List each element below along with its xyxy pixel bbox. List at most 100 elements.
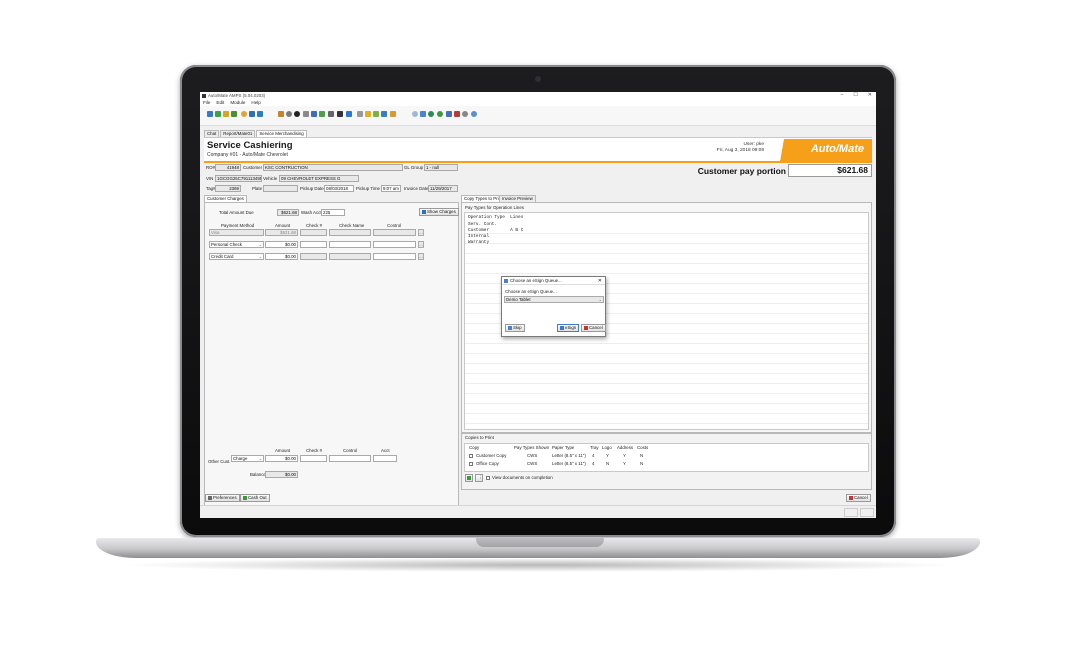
other-amount-field[interactable]: $0.00 <box>265 455 298 462</box>
menu-module[interactable]: Module <box>230 100 245 105</box>
globe-icon[interactable] <box>428 111 434 117</box>
ro-number-field[interactable]: 41948 <box>215 164 241 171</box>
tab-chat[interactable]: Chat <box>204 130 220 137</box>
cloud-icon[interactable] <box>412 111 418 117</box>
document-icon[interactable] <box>249 111 255 117</box>
check-name-field[interactable] <box>329 253 371 260</box>
handshake-icon[interactable] <box>390 111 396 117</box>
amount-field[interactable]: $621.68 <box>265 229 298 236</box>
esign-button[interactable]: eSign <box>557 324 580 332</box>
tab-report-mate[interactable]: Report/Mate01 <box>220 130 256 137</box>
header-panel: Service Cashiering Company #01 - Auto/Ma… <box>204 137 872 161</box>
wash-acct-field[interactable]: 225 <box>321 209 345 216</box>
check-name-field[interactable] <box>329 229 371 236</box>
tab-service-merchandising[interactable]: Service Merchandising <box>256 130 307 137</box>
truck-icon[interactable] <box>319 111 325 117</box>
dialog-cancel-button[interactable]: Cancel <box>581 324 606 332</box>
customer-pay-label: Customer pay portion <box>697 166 786 176</box>
star-icon[interactable] <box>454 111 460 117</box>
payment-method-select[interactable]: Personal Check ⌄ <box>209 241 264 248</box>
report-icon[interactable] <box>215 111 221 117</box>
amount-field[interactable]: $0.00 <box>265 253 298 260</box>
menu-edit[interactable]: Edit <box>216 100 224 105</box>
lookup-button[interactable]: … <box>418 229 424 236</box>
person-icon[interactable] <box>241 111 247 117</box>
gl-group-field[interactable]: 1 - null <box>424 164 458 171</box>
other-acct-field[interactable] <box>373 455 397 462</box>
leaf-icon[interactable] <box>437 111 443 117</box>
wrench-icon[interactable] <box>303 111 309 117</box>
clipboard-icon[interactable] <box>420 111 426 117</box>
check-name-field[interactable] <box>329 241 371 248</box>
bulb-icon[interactable] <box>471 111 477 117</box>
tire-icon[interactable] <box>294 111 300 117</box>
other-col-check: Check # <box>306 448 323 453</box>
customer-field[interactable]: KSC CONTRUCTION <box>263 164 403 171</box>
check-number-field[interactable] <box>300 229 327 236</box>
dollar-button[interactable] <box>465 474 473 482</box>
show-charges-button[interactable]: Show Charges <box>419 208 459 216</box>
pickup-time-field[interactable]: 9:07 am <box>381 185 401 192</box>
close-button[interactable]: ✕ <box>868 92 872 98</box>
menu-help[interactable]: Help <box>251 100 260 105</box>
copies-col-logo: Logo <box>602 445 612 450</box>
pickup-date-label: Pickup Date <box>300 186 324 191</box>
calculator-icon[interactable] <box>328 111 334 117</box>
ledger-icon[interactable] <box>337 111 343 117</box>
pen-icon <box>560 325 564 330</box>
folder-icon[interactable] <box>381 111 387 117</box>
cash-out-button[interactable]: Cash Out <box>240 494 270 502</box>
chart-icon[interactable] <box>223 111 229 117</box>
tag-field[interactable]: 2369 <box>215 185 241 192</box>
dialog-title: Choose an eSign Queue... <box>510 278 562 283</box>
pickup-date-field[interactable]: 08/03/2018 <box>324 185 354 192</box>
company-name: Company #01 - Auto/Mate Chevrolet <box>207 152 288 158</box>
car-icon[interactable] <box>311 111 317 117</box>
skip-button[interactable]: Skip <box>505 324 525 332</box>
more-button[interactable]: ⋮ <box>475 474 483 482</box>
payment-method-select[interactable]: Credit Card ⌄ <box>209 253 264 260</box>
table-icon[interactable] <box>346 111 352 117</box>
other-cust-select[interactable]: Charge ⌄ <box>231 455 264 462</box>
other-check-field[interactable] <box>300 455 327 462</box>
tab-invoice-preview[interactable]: Invoice Preview <box>499 195 536 202</box>
payment-method-select[interactable]: Visa <box>209 229 264 236</box>
minimize-button[interactable]: – <box>841 92 844 98</box>
tab-customer-charges[interactable]: Customer Charges <box>204 195 247 202</box>
check-number-field[interactable] <box>300 241 327 248</box>
control-field[interactable] <box>373 241 416 248</box>
maximize-button[interactable]: ☐ <box>853 92 857 98</box>
total-amount-label: Total Amount Due <box>219 210 254 215</box>
vin-field[interactable]: 1GCGG25C791113495 <box>215 175 262 182</box>
office-copy-checkbox[interactable] <box>469 462 473 466</box>
tools-icon[interactable] <box>357 111 363 117</box>
people-icon[interactable] <box>257 111 263 117</box>
menu-file[interactable]: File <box>203 100 210 105</box>
esign-queue-select[interactable]: Demo Tablet ⌄ <box>504 296 604 303</box>
check-number-field[interactable] <box>300 253 327 260</box>
lookup-button[interactable]: … <box>418 241 424 248</box>
box-icon[interactable] <box>278 111 284 117</box>
dialog-close-icon[interactable]: ✕ <box>598 278 602 284</box>
cancel-button[interactable]: Cancel <box>846 494 871 502</box>
key-icon[interactable] <box>373 111 379 117</box>
other-control-field[interactable] <box>329 455 371 462</box>
print-icon[interactable] <box>446 111 452 117</box>
plate-field[interactable] <box>263 185 298 192</box>
settings-icon[interactable] <box>462 111 468 117</box>
control-field[interactable] <box>373 253 416 260</box>
vehicle-field[interactable]: 09 CHEVROLET EXPRESS G <box>279 175 359 182</box>
lookup-button[interactable]: … <box>418 253 424 260</box>
cancel-icon <box>584 325 588 330</box>
grid-icon[interactable] <box>231 111 237 117</box>
control-field[interactable] <box>373 229 416 236</box>
paint-icon[interactable] <box>365 111 371 117</box>
preferences-button[interactable]: Preferences <box>205 494 240 502</box>
customer-copy-checkbox[interactable] <box>469 454 473 458</box>
pay-types-title: Pay Types for Operation Lines <box>465 205 524 210</box>
view-documents-checkbox[interactable] <box>486 476 490 480</box>
pay-type-line: Serv. Cont. <box>468 222 497 227</box>
gear-icon[interactable] <box>286 111 292 117</box>
amount-field[interactable]: $0.00 <box>265 241 298 248</box>
calendar-icon[interactable] <box>207 111 213 117</box>
